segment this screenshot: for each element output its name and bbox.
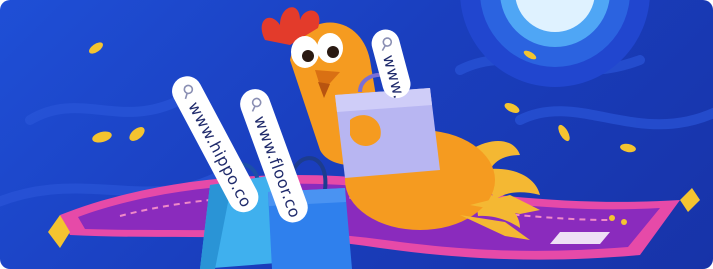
banner-illustration: www.hippo.co www.floor.co www.: [0, 0, 713, 269]
coin-icon: [92, 131, 112, 143]
hero-banner: www.hippo.co www.floor.co www.: [0, 0, 713, 269]
coin-icon: [504, 103, 520, 113]
moon-icon: [460, 0, 650, 87]
coin-icon: [558, 124, 570, 142]
coin-icon: [620, 143, 636, 153]
coin-icon: [89, 42, 103, 54]
coin-icon: [129, 127, 145, 141]
search-tag-3: www.: [371, 29, 411, 101]
